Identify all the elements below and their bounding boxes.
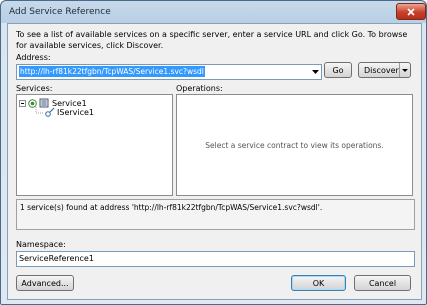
services-label: Services: [16,84,53,93]
ok-button[interactable]: OK [291,275,346,291]
tree-item-iservice1[interactable]: IService1 [45,107,94,117]
title-bar[interactable]: Add Service Reference [1,1,426,23]
discover-dropdown-arrow[interactable] [399,63,410,77]
address-combobox[interactable]: http://lh-rf81k22tfgbn/TcpWAS/Service1.s… [16,64,322,80]
dialog-body: To see a list of available services on a… [7,23,422,300]
address-label: Address: [16,53,51,62]
chevron-down-icon [312,70,319,74]
tree-connector [35,107,44,114]
intro-text: To see a list of available services on a… [16,30,408,50]
chevron-down-icon [402,68,408,72]
namespace-value: ServiceReference1 [19,254,94,263]
interface-icon [45,107,55,117]
namespace-label: Namespace: [16,240,66,249]
discover-button[interactable]: Discover [358,62,411,78]
operations-label: Operations: [176,84,223,93]
address-dropdown-button[interactable] [311,67,320,77]
operations-empty-message: Select a service contract to view its op… [205,140,384,150]
close-button[interactable] [396,3,426,20]
address-input[interactable]: http://lh-rf81k22tfgbn/TcpWAS/Service1.s… [19,66,205,77]
close-icon [407,7,415,16]
status-message-box: 1 service(s) found at address 'http://lh… [16,199,415,230]
discover-button-label: Discover [364,65,399,75]
services-tree[interactable]: Service1 IService1 [16,94,173,196]
status-message: 1 service(s) found at address 'http://lh… [20,203,323,212]
go-button[interactable]: Go [324,62,352,78]
cancel-button[interactable]: Cancel [354,275,411,291]
window-title: Add Service Reference [9,7,111,17]
operations-list[interactable]: Select a service contract to view its op… [176,94,413,196]
advanced-button[interactable]: Advanced... [16,275,74,291]
tree-item-label: IService1 [57,107,95,117]
namespace-input[interactable]: ServiceReference1 [16,251,415,267]
collapse-icon[interactable] [19,99,26,107]
add-service-reference-dialog: Add Service Reference To see a list of a… [0,0,427,305]
